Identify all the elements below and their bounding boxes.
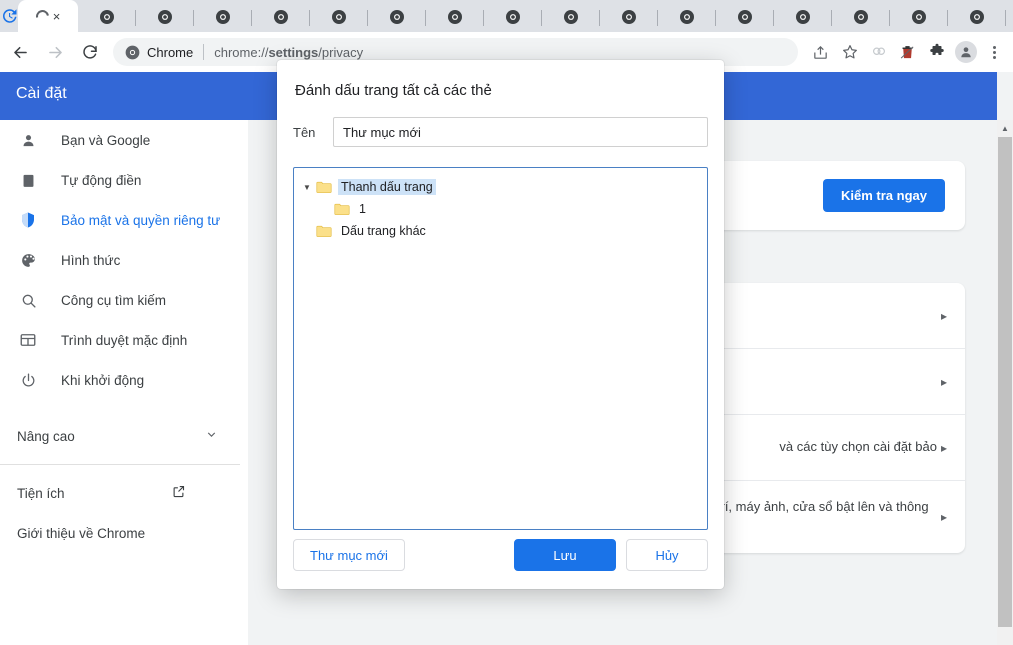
tree-item-1[interactable]: 1: [294, 198, 707, 220]
dialog-actions: Thư mục mới Lưu Hủy: [277, 539, 724, 589]
tree-item-bookmarks-bar[interactable]: ▼ Thanh dấu trang: [294, 176, 707, 198]
bookmark-all-tabs-dialog: Đánh dấu trang tất cả các thẻ Tên ▼ Than…: [277, 60, 724, 589]
bookmark-folder-tree[interactable]: ▼ Thanh dấu trang 1 Dấu trang: [293, 167, 708, 530]
name-label: Tên: [293, 125, 333, 140]
tree-item-label: Dấu trang khác: [338, 223, 429, 239]
folder-icon: [334, 202, 350, 216]
folder-icon: [316, 224, 332, 238]
dialog-title: Đánh dấu trang tất cả các thẻ: [277, 60, 724, 99]
tree-item-label: Thanh dấu trang: [338, 179, 436, 195]
tree-item-other-bookmarks[interactable]: Dấu trang khác: [294, 220, 707, 242]
modal-scrim: Đánh dấu trang tất cả các thẻ Tên ▼ Than…: [0, 0, 1013, 645]
expand-twisty-icon[interactable]: ▼: [298, 183, 316, 192]
folder-icon: [316, 180, 332, 194]
cancel-button[interactable]: Hủy: [626, 539, 708, 571]
name-field-row: Tên: [277, 99, 724, 147]
tree-item-label: 1: [356, 201, 369, 217]
save-button[interactable]: Lưu: [514, 539, 616, 571]
new-folder-button[interactable]: Thư mục mới: [293, 539, 405, 571]
folder-name-input[interactable]: [333, 117, 708, 147]
